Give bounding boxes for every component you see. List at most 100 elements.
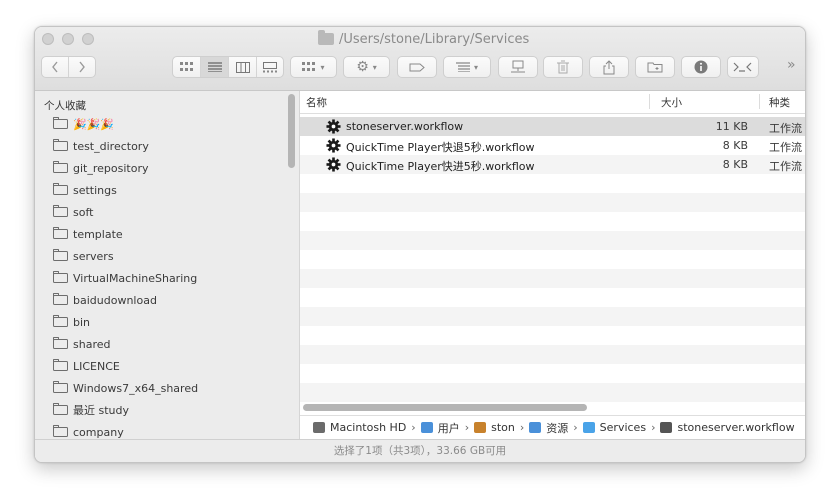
- open-terminal-button[interactable]: [727, 56, 759, 78]
- file-size: 11 KB: [715, 120, 748, 133]
- file-kind: 工作流: [769, 141, 802, 154]
- sidebar-item[interactable]: VirtualMachineSharing: [53, 269, 197, 287]
- library-folder-icon: [529, 422, 542, 433]
- folder-icon: [53, 227, 68, 239]
- folder-icon: [53, 161, 68, 173]
- horizontal-scrollbar[interactable]: [303, 404, 587, 411]
- sidebar-scrollbar[interactable]: [288, 94, 295, 168]
- sidebar-item-label: soft: [73, 205, 94, 219]
- column-view-button[interactable]: [229, 57, 257, 77]
- empty-row: [300, 212, 805, 231]
- column-name-header[interactable]: 名称: [306, 95, 327, 110]
- connect-server-button[interactable]: [498, 56, 538, 78]
- tags-button[interactable]: [397, 56, 437, 78]
- path-item-label: stoneserver.workflow: [677, 421, 795, 434]
- delete-button[interactable]: [543, 56, 583, 78]
- get-info-button[interactable]: [681, 56, 721, 78]
- folder-icon: [53, 139, 68, 151]
- column-divider[interactable]: [759, 94, 760, 109]
- sidebar-header: 个人收藏: [44, 100, 86, 112]
- chevron-down-icon: ▾: [372, 62, 377, 72]
- sidebar-item[interactable]: shared: [53, 335, 110, 353]
- window-title: /Users/stone/Library/Services: [318, 30, 529, 48]
- empty-row: [300, 231, 805, 250]
- path-item[interactable]: Macintosh HD: [313, 421, 406, 434]
- file-row[interactable]: stoneserver.workflow 11 KB 工作流: [300, 117, 805, 136]
- sidebar-item[interactable]: company: [53, 423, 124, 439]
- column-divider[interactable]: [649, 94, 650, 109]
- sort-button[interactable]: ▾: [443, 56, 491, 78]
- chevron-right-icon: ›: [573, 421, 578, 434]
- file-name: QuickTime Player快进5秒.workflow: [346, 160, 535, 173]
- chevron-right-icon: ›: [411, 421, 416, 434]
- gear-icon: ⚙: [356, 59, 369, 75]
- sidebar-item[interactable]: template: [53, 225, 123, 243]
- sidebar-item[interactable]: LICENCE: [53, 357, 120, 375]
- forward-button[interactable]: [69, 57, 95, 77]
- sidebar-item[interactable]: git_repository: [53, 159, 148, 177]
- new-folder-button[interactable]: [635, 56, 675, 78]
- file-row[interactable]: QuickTime Player快退5秒.workflow 8 KB 工作流: [300, 136, 805, 155]
- path-item[interactable]: Services: [582, 421, 646, 434]
- folder-icon: [318, 30, 334, 45]
- path-item[interactable]: ston: [474, 421, 515, 434]
- window-title-text: /Users/stone/Library/Services: [339, 31, 530, 47]
- list-view-button[interactable]: [201, 57, 230, 77]
- path-item-label: ston: [491, 421, 515, 434]
- chevron-right-icon: ›: [464, 421, 470, 434]
- path-item[interactable]: 用户: [420, 420, 460, 436]
- folder-icon: [53, 293, 68, 305]
- list-icon: [455, 62, 470, 72]
- toolbar-overflow-button[interactable]: »: [787, 57, 796, 73]
- folder-icon: [53, 425, 68, 437]
- workflow-file-icon: [660, 422, 673, 433]
- sidebar-item-label: LICENCE: [73, 359, 120, 373]
- sidebar-item-label: shared: [73, 337, 111, 351]
- sidebar-item-label: test_directory: [73, 139, 149, 153]
- sidebar-item-label: Windows7_x64_shared: [73, 381, 199, 395]
- sidebar-item[interactable]: Windows7_x64_shared: [53, 379, 198, 397]
- icon-view-button[interactable]: [173, 57, 202, 77]
- folder-icon: [53, 183, 68, 195]
- empty-row: [300, 307, 805, 326]
- sidebar-item[interactable]: soft: [53, 203, 93, 221]
- empty-row: [300, 250, 805, 269]
- sidebar-item[interactable]: settings: [53, 181, 117, 199]
- column-size-header[interactable]: 大小: [661, 95, 682, 110]
- disk-icon: [313, 422, 325, 433]
- path-item[interactable]: stoneserver.workflow: [660, 421, 795, 434]
- new-folder-icon: [647, 62, 663, 73]
- sidebar-item-label: template: [73, 227, 123, 241]
- sidebar-item[interactable]: bin: [53, 313, 90, 331]
- sidebar-item[interactable]: baidudownload: [53, 291, 157, 309]
- sidebar-item[interactable]: 🎉🎉🎉: [53, 115, 114, 133]
- trash-icon: [557, 60, 569, 74]
- path-item[interactable]: 资源: [529, 420, 568, 436]
- zoom-button[interactable]: [82, 33, 94, 45]
- action-button[interactable]: ⚙ ▾: [343, 56, 390, 78]
- workflow-file-icon: [326, 157, 341, 172]
- file-size: 8 KB: [722, 158, 748, 171]
- empty-row: [300, 288, 805, 307]
- column-kind-header[interactable]: 种类: [769, 95, 790, 110]
- close-button[interactable]: [42, 33, 54, 45]
- group-button[interactable]: ▾: [290, 56, 337, 78]
- minimize-button[interactable]: [62, 33, 74, 45]
- info-icon: [694, 60, 708, 74]
- gallery-view-button[interactable]: [257, 57, 283, 77]
- file-row[interactable]: QuickTime Player快进5秒.workflow 8 KB 工作流: [300, 155, 805, 174]
- toolbar: /Users/stone/Library/Services ▾ ⚙ ▾ ▾ »: [35, 27, 805, 91]
- chevron-down-icon: ▾: [473, 62, 478, 72]
- sidebar-item[interactable]: 最近 study: [53, 401, 129, 419]
- back-button[interactable]: [42, 57, 69, 77]
- share-button[interactable]: [589, 56, 629, 78]
- empty-row: [300, 345, 805, 364]
- path-item-label: Macintosh HD: [330, 421, 407, 434]
- grid-icon: [179, 62, 193, 71]
- sidebar-item[interactable]: test_directory: [53, 137, 149, 155]
- list-icon: [207, 62, 222, 72]
- folder-icon: [53, 359, 68, 371]
- home-icon: [474, 422, 487, 433]
- sidebar-item[interactable]: servers: [53, 247, 114, 265]
- network-icon: [511, 60, 525, 73]
